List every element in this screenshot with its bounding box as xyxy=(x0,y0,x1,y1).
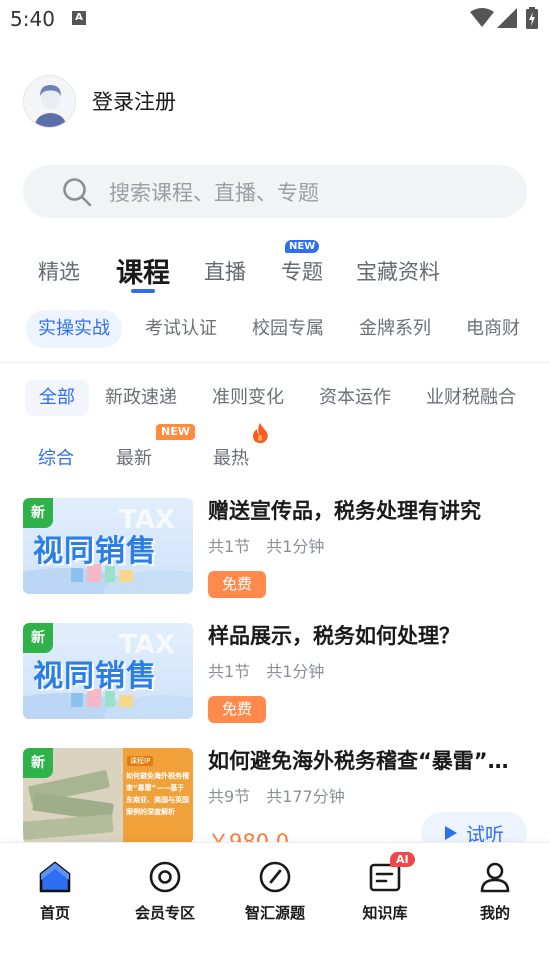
new-badge: 新 xyxy=(23,623,53,653)
tab-label: 课程 xyxy=(116,258,170,289)
target-icon xyxy=(149,861,181,893)
free-tag: 免费 xyxy=(208,696,267,723)
sort-latest[interactable]: 最新 xyxy=(116,444,152,470)
user-icon xyxy=(480,862,510,893)
sort-overall[interactable]: 综合 xyxy=(38,444,74,470)
free-tag: 免费 xyxy=(208,571,267,598)
course-price: ￥980.0 xyxy=(208,830,290,842)
new-badge: NEW xyxy=(285,240,320,253)
fire-icon xyxy=(253,423,268,444)
search-placeholder: 搜索课程、直播、专题 xyxy=(109,180,319,205)
category-exam-cert[interactable]: 考试认证 xyxy=(145,310,217,348)
system-gesture-area xyxy=(0,932,550,979)
lesson-count: 共1节 xyxy=(208,662,251,681)
subcategory-finance-tax[interactable]: 业财税融合 xyxy=(426,380,516,416)
nav-label: 会员专区 xyxy=(134,904,195,922)
thumbnail-title: 视同销售 xyxy=(33,534,157,569)
nav-label: 智汇源题 xyxy=(244,904,305,922)
nav-member-zone[interactable]: 会员专区 xyxy=(110,859,220,923)
bottom-navigation: 首页 会员专区 智汇源题 AI 知识库 我的 xyxy=(0,842,550,932)
course-thumbnail[interactable]: 新 课程IP 如何避免海外税务稽查“暴雷”——基于东南亚、美国与英国案例的深度解… xyxy=(23,748,193,842)
main-tabs: 精选 课程 直播 专题 NEW 宝藏资料 xyxy=(0,240,550,300)
lesson-count: 共9节 xyxy=(208,787,251,806)
tab-treasure-materials[interactable]: 宝藏资料 xyxy=(356,256,440,286)
course-card[interactable]: TAX 新 视同销售 样品展示，税务如何处理？ 共1节 共1分钟 免费 xyxy=(23,623,528,733)
new-badge: 新 xyxy=(23,748,53,778)
tab-live[interactable]: 直播 xyxy=(204,256,246,286)
search-bar[interactable]: 搜索课程、直播、专题 xyxy=(23,165,527,218)
category-ecommerce[interactable]: 电商财 xyxy=(466,310,520,348)
tab-label: 精选 xyxy=(38,260,80,284)
tab-label: 宝藏资料 xyxy=(356,260,440,284)
login-register-link[interactable]: 登录注册 xyxy=(92,86,176,116)
subcategory-standard-change[interactable]: 准则变化 xyxy=(212,380,284,416)
divider xyxy=(0,362,550,363)
category-practical[interactable]: 实操实战 xyxy=(26,310,122,348)
nav-knowledge-base[interactable]: AI 知识库 xyxy=(330,852,440,923)
play-icon xyxy=(444,826,457,840)
home-icon xyxy=(39,861,71,893)
subcategory-capital[interactable]: 资本运作 xyxy=(319,380,391,416)
course-meta: 共9节 共177分钟 xyxy=(208,783,345,807)
thumbnail-label: 课程IP xyxy=(127,756,154,766)
wifi-icon xyxy=(470,8,494,27)
nav-mine[interactable]: 我的 xyxy=(440,859,550,923)
nav-label: 我的 xyxy=(479,904,510,922)
battery-icon xyxy=(526,7,538,29)
nav-label: 首页 xyxy=(39,904,70,922)
subcategory-all[interactable]: 全部 xyxy=(25,380,89,416)
notification-icon: A xyxy=(72,11,86,25)
subcategory-tabs: 全部 新政速递 准则变化 资本运作 业财税融合 xyxy=(0,378,550,418)
tab-topics[interactable]: 专题 NEW xyxy=(281,240,323,286)
thumbnail-title: 如何避免海外税务稽查“暴雷”——基于东南亚、美国与英国案例的深度解析 xyxy=(126,772,189,816)
thumbnail-title: 视同销售 xyxy=(33,659,157,694)
tab-label: 直播 xyxy=(204,260,246,284)
compass-icon xyxy=(259,861,291,893)
course-title[interactable]: 如何避免海外税务稽查“暴雷”… xyxy=(208,745,528,775)
sort-hottest[interactable]: 最热 xyxy=(213,444,249,470)
status-time: 5:40 xyxy=(10,7,55,31)
course-thumbnail[interactable]: TAX 新 视同销售 xyxy=(23,498,193,594)
ai-badge: AI xyxy=(390,852,415,867)
course-title[interactable]: 赠送宣传品，税务处理有讲究 xyxy=(208,495,528,525)
active-tab-indicator xyxy=(131,289,155,293)
course-thumbnail[interactable]: TAX 新 视同销售 xyxy=(23,623,193,719)
course-list-clip: 新 课程IP 如何避免海外税务稽查“暴雷”——基于东南亚、美国与英国案例的深度解… xyxy=(0,740,550,842)
new-badge: NEW xyxy=(156,424,195,440)
course-duration: 共1分钟 xyxy=(266,537,325,556)
course-card[interactable]: 新 课程IP 如何避免海外税务稽查“暴雷”——基于东南亚、美国与英国案例的深度解… xyxy=(23,748,528,842)
tab-featured[interactable]: 精选 xyxy=(38,256,80,286)
nav-question-bank[interactable]: 智汇源题 xyxy=(220,859,330,923)
avatar[interactable] xyxy=(23,74,76,128)
search-icon xyxy=(63,177,92,206)
course-title[interactable]: 样品展示，税务如何处理？ xyxy=(208,620,528,650)
login-profile[interactable]: 登录注册 xyxy=(23,74,176,128)
course-meta: 共1节 共1分钟 xyxy=(208,533,324,557)
course-duration: 共177分钟 xyxy=(266,787,345,806)
subcategory-new-policy[interactable]: 新政速递 xyxy=(105,380,177,416)
trial-button[interactable]: 试听 xyxy=(421,812,527,842)
nav-label: 知识库 xyxy=(362,904,408,922)
course-card[interactable]: TAX 新 视同销售 赠送宣传品，税务处理有讲究 共1节 共1分钟 免费 xyxy=(23,498,528,608)
nav-home[interactable]: 首页 xyxy=(0,859,110,923)
trial-label: 试听 xyxy=(465,823,504,843)
course-meta: 共1节 共1分钟 xyxy=(208,658,324,682)
tab-courses[interactable]: 课程 xyxy=(116,251,170,293)
signal-icon xyxy=(497,8,517,28)
default-avatar-icon xyxy=(24,75,75,127)
category-campus[interactable]: 校园专属 xyxy=(252,310,324,348)
category-gold-series[interactable]: 金牌系列 xyxy=(359,310,431,348)
tab-label: 专题 xyxy=(281,260,323,284)
course-duration: 共1分钟 xyxy=(266,662,325,681)
sort-options: 综合 最新 NEW 最热 xyxy=(0,420,550,476)
status-bar: 5:40 A xyxy=(0,0,550,40)
lesson-count: 共1节 xyxy=(208,537,251,556)
category-tabs: 实操实战 考试认证 校园专属 金牌系列 电商财 xyxy=(0,308,550,352)
new-badge: 新 xyxy=(23,498,53,528)
